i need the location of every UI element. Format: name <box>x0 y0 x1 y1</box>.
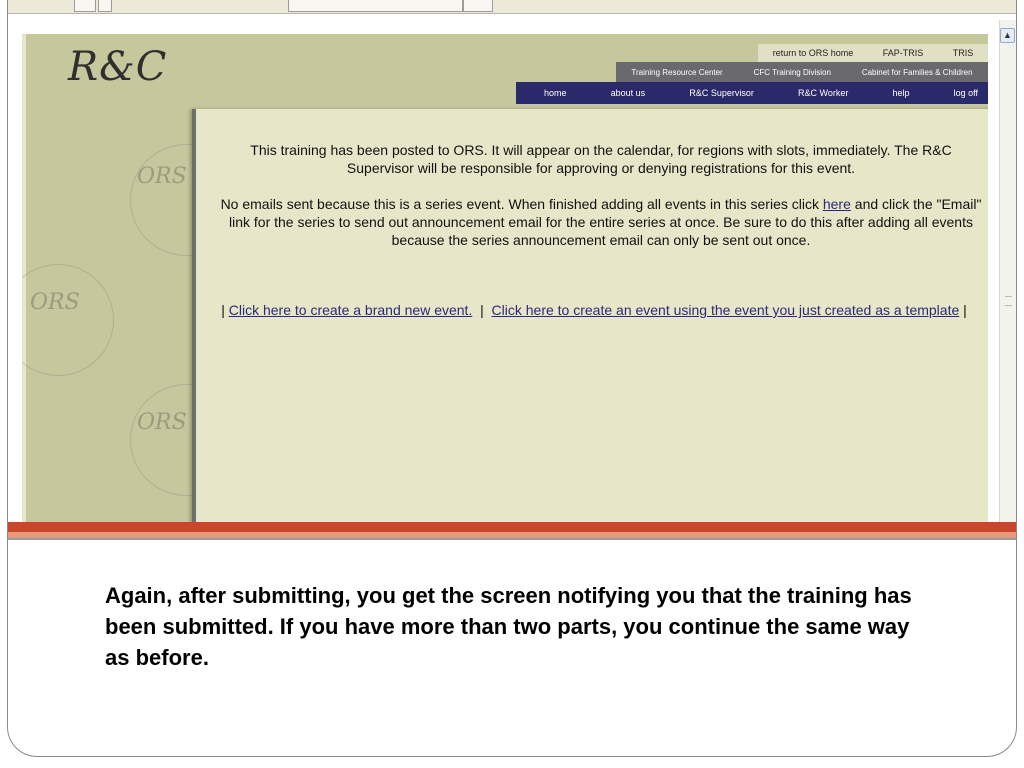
slide-border <box>7 0 1017 757</box>
slide: ▲ R&C ORS ORS ORS return to ORS home FAP… <box>0 0 1024 768</box>
